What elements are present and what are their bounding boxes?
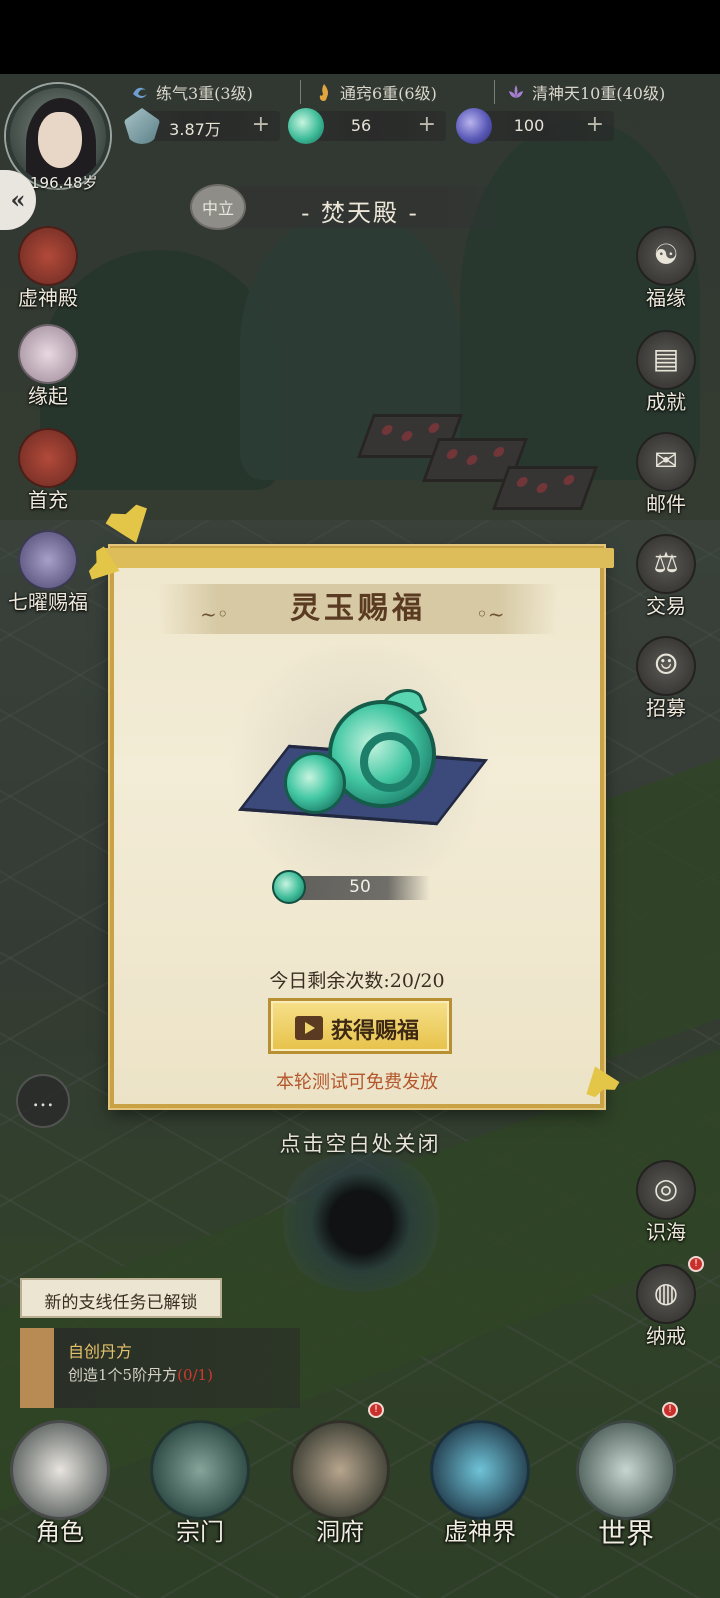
divider <box>494 80 495 104</box>
location-name: - 焚天殿 - <box>301 199 419 227</box>
seven-luminaries-blessing-button[interactable]: 七曜赐福 <box>6 530 90 624</box>
add-jade-button[interactable]: + <box>418 112 436 137</box>
spirit-stone-counter: 3.87万 + <box>140 111 280 141</box>
world-map-icon <box>576 1420 676 1520</box>
quest-title: 自创丹方 <box>68 1342 133 1361</box>
chat-bubble-icon: … <box>32 1087 54 1112</box>
void-palace-button[interactable]: 虚神殿 <box>6 226 90 320</box>
dialog-scroll-rod <box>102 548 614 568</box>
blue-orb-counter: 100 + <box>474 111 614 141</box>
video-play-icon <box>295 1016 323 1040</box>
chat-button[interactable]: … <box>16 1074 70 1128</box>
recruit-button[interactable]: ☺ 招募 <box>624 636 708 730</box>
add-spirit-stone-button[interactable]: + <box>252 112 270 137</box>
jade-ornament-icon <box>284 752 346 814</box>
palace-icon <box>18 226 78 286</box>
fox-girl-icon <box>18 324 78 384</box>
blue-orb-icon <box>456 108 492 144</box>
free-test-note: 本轮测试可免费发放 <box>276 1072 438 1093</box>
game-scene[interactable]: 练气3重(3级) 通窍6重(6级) 清神天10重(40级) 3.87万 + 56… <box>0 0 720 1598</box>
quest-unlocked-toast: 新的支线任务已解锁 <box>20 1278 222 1318</box>
first-recharge-button[interactable]: 首充 <box>6 428 90 522</box>
achievement-button[interactable]: ▤ 成就 <box>624 330 708 424</box>
mail-button[interactable]: ✉ 邮件 <box>624 432 708 526</box>
portal-vortex <box>276 1152 446 1292</box>
faction-seal: 中立 <box>190 184 246 230</box>
quest-progress: (0/1) <box>177 1366 213 1384</box>
notification-badge: ! <box>368 1402 384 1418</box>
quest-scroll-icon <box>20 1328 54 1408</box>
void-realm-icon <box>430 1420 530 1520</box>
qi-stage-stat: 练气3重(3级) <box>130 78 253 106</box>
jade-icon <box>272 870 306 904</box>
divider <box>300 80 301 104</box>
flame-icon <box>314 82 334 102</box>
nav-world[interactable]: 世界 ! <box>566 1402 686 1550</box>
fortune-button[interactable]: ☯ 福缘 <box>624 226 708 320</box>
nav-void-realm[interactable]: 虚神界 <box>420 1420 540 1550</box>
sect-temple-icon <box>150 1420 250 1520</box>
player-age: 196.48岁 <box>30 174 98 192</box>
notification-badge: ! <box>662 1402 678 1418</box>
storage-ring-button[interactable]: ◍ 纳戒 ! <box>624 1256 708 1358</box>
nav-sect[interactable]: 宗门 <box>140 1420 260 1550</box>
treasure-chest-icon <box>18 428 78 488</box>
jade-icon <box>288 108 324 144</box>
reward-amount: 50 <box>349 877 371 897</box>
meridian-stage-stat: 通窍6重(6级) <box>314 78 437 106</box>
character-portrait-icon <box>18 530 78 590</box>
nav-cave-abode[interactable]: 洞府 ! <box>280 1402 400 1550</box>
quest-description: 创造1个5阶丹方(0/1) <box>68 1366 213 1384</box>
lotus-icon <box>506 82 526 102</box>
notification-badge: ! <box>688 1256 704 1272</box>
spirit-stage-stat: 清神天10重(40级) <box>506 78 665 106</box>
add-blue-orb-button[interactable]: + <box>586 112 604 137</box>
character-icon <box>10 1420 110 1520</box>
trade-button[interactable]: ⚖ 交易 <box>624 534 708 628</box>
remaining-attempts: 今日剩余次数:20/20 <box>269 970 445 992</box>
dialog-title: 灵玉赐福 <box>290 591 426 626</box>
cave-abode-icon <box>290 1420 390 1520</box>
nav-character[interactable]: 角色 <box>0 1420 120 1550</box>
close-hint: 点击空白处关闭 <box>279 1132 441 1156</box>
qi-swirl-icon <box>130 82 150 102</box>
jade-counter: 56 + <box>306 111 446 141</box>
origin-button[interactable]: 缘起 <box>6 324 90 418</box>
sea-of-consciousness-button[interactable]: ◎ 识海 <box>624 1160 708 1254</box>
claim-blessing-button[interactable]: 获得赐福 <box>268 998 452 1054</box>
